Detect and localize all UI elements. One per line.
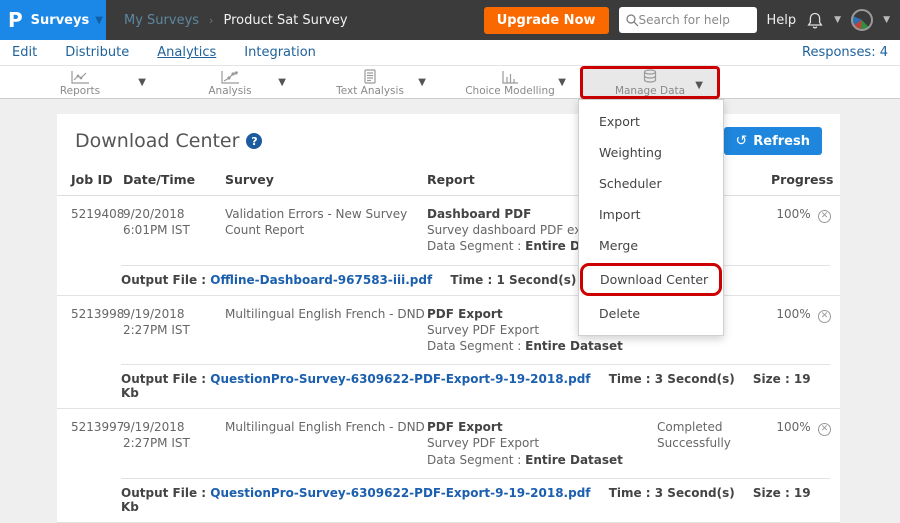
progress-cell: 100% (771, 206, 816, 255)
refresh-icon: ↺ (736, 133, 748, 149)
toolbar-text-analysis[interactable]: Text Analysis ▼ (300, 66, 440, 99)
job-time: Time : 1 Second(s) (450, 273, 576, 287)
help-search[interactable] (619, 7, 757, 33)
menu-item-weighting[interactable]: Weighting (579, 137, 723, 168)
survey-cell: Multilingual English French - DND (225, 306, 425, 355)
page-title: Download Center (75, 130, 239, 152)
topbar: P Surveys ▼ My Surveys › Product Sat Sur… (0, 0, 900, 40)
breadcrumb-separator-icon: › (209, 14, 213, 27)
header-job-id: Job ID (71, 172, 121, 187)
main-content: Download Center ? ↺ Refresh Job ID Date/… (0, 99, 900, 523)
database-icon (642, 69, 658, 84)
breadcrumb-my-surveys[interactable]: My Surveys (124, 13, 199, 28)
job-time: Time : 3 Second(s) (609, 372, 735, 386)
upgrade-now-button[interactable]: Upgrade Now (484, 7, 609, 34)
tab-edit[interactable]: Edit (12, 45, 37, 60)
output-file-link[interactable]: QuestionPro-Survey-6309622-PDF-Export-9-… (210, 486, 590, 500)
breadcrumb: My Surveys › Product Sat Survey (124, 13, 348, 28)
breadcrumb-current-survey: Product Sat Survey (223, 13, 347, 28)
chevron-down-icon: ▼ (418, 77, 426, 88)
chevron-down-icon: ▼ (558, 77, 566, 88)
output-file-row: Output File : QuestionPro-Survey-6309622… (121, 478, 830, 522)
chevron-down-icon: ▼ (278, 77, 286, 88)
job-time: Time : 3 Second(s) (609, 486, 735, 500)
toolbar-manage-data[interactable]: Manage Data ▼ (580, 66, 720, 99)
output-file-row: Output File : QuestionPro-Survey-6309622… (121, 364, 830, 408)
date-time-cell: 9/20/2018 6:01PM IST (123, 206, 223, 255)
output-file-link[interactable]: QuestionPro-Survey-6309622-PDF-Export-9-… (210, 372, 590, 386)
menu-item-export[interactable]: Export (579, 106, 723, 137)
responses-count[interactable]: Responses: 4 (802, 45, 888, 60)
output-file-link[interactable]: Offline-Dashboard-967583-iii.pdf (210, 273, 432, 287)
product-menu[interactable]: P Surveys ▼ (0, 0, 106, 40)
toolbar-reports[interactable]: Reports ▼ (0, 66, 160, 99)
help-question-icon[interactable]: ? (246, 133, 262, 149)
cancel-job-icon[interactable]: ✕ (818, 423, 831, 436)
survey-cell: Validation Errors - New Survey Count Rep… (225, 206, 425, 255)
questionpro-logo: P (8, 8, 23, 32)
cancel-job-icon[interactable]: ✕ (818, 310, 831, 323)
cancel-job-icon[interactable]: ✕ (818, 210, 831, 223)
manage-data-menu: Export Weighting Scheduler Import Merge … (578, 99, 724, 336)
job-id-cell: 5213997 (71, 419, 121, 468)
date-time-cell: 9/19/2018 2:27PM IST (123, 306, 223, 355)
survey-nav: Edit Distribute Analytics Integration Re… (0, 40, 900, 66)
toolbar-choice-modelling[interactable]: Choice Modelling ▼ (440, 66, 580, 99)
notifications-caret-icon: ▼ (834, 15, 841, 25)
menu-item-scheduler[interactable]: Scheduler (579, 168, 723, 199)
menu-item-download-center[interactable]: Download Center (580, 263, 722, 296)
line-chart-icon (70, 69, 90, 84)
toolbar-analysis[interactable]: Analysis ▼ (160, 66, 300, 99)
chevron-down-icon: ▼ (95, 15, 103, 26)
job-id-cell: 5213998 (71, 306, 121, 355)
search-icon (625, 13, 639, 27)
progress-cell: 100% (771, 306, 816, 355)
survey-cell: Multilingual English French - DND (225, 419, 425, 468)
notifications-bell-icon[interactable] (806, 11, 824, 30)
chevron-down-icon: ▼ (695, 80, 703, 91)
bar-chart-icon (501, 69, 519, 84)
status-cell: Completed Successfully (657, 419, 769, 468)
account-caret-icon: ▼ (883, 15, 890, 25)
refresh-button[interactable]: ↺ Refresh (724, 127, 822, 155)
report-cell: PDF Export Survey PDF Export Data Segmen… (427, 419, 655, 468)
analytics-toolbar: Reports ▼ Analysis ▼ Text Analysis ▼ Cho… (0, 66, 900, 99)
menu-item-delete[interactable]: Delete (579, 298, 723, 329)
search-input[interactable] (639, 13, 744, 27)
help-link[interactable]: Help (767, 13, 797, 28)
text-document-icon (363, 69, 377, 84)
job-id-cell: 5219408 (71, 206, 121, 255)
table-row: 5213997 9/19/2018 2:27PM IST Multilingua… (57, 409, 840, 523)
header-progress: Progress (771, 172, 816, 187)
header-date-time: Date/Time (123, 172, 223, 187)
header-survey: Survey (225, 172, 425, 187)
menu-item-merge[interactable]: Merge (579, 230, 723, 261)
chevron-down-icon: ▼ (138, 77, 146, 88)
tab-analytics[interactable]: Analytics (157, 45, 216, 60)
progress-cell: 100% (771, 419, 816, 468)
date-time-cell: 9/19/2018 2:27PM IST (123, 419, 223, 468)
tab-distribute[interactable]: Distribute (65, 45, 129, 60)
menu-item-import[interactable]: Import (579, 199, 723, 230)
scatter-chart-icon (220, 69, 240, 84)
tab-integration[interactable]: Integration (244, 45, 316, 60)
user-avatar[interactable] (851, 9, 873, 31)
product-menu-label: Surveys (31, 13, 90, 28)
